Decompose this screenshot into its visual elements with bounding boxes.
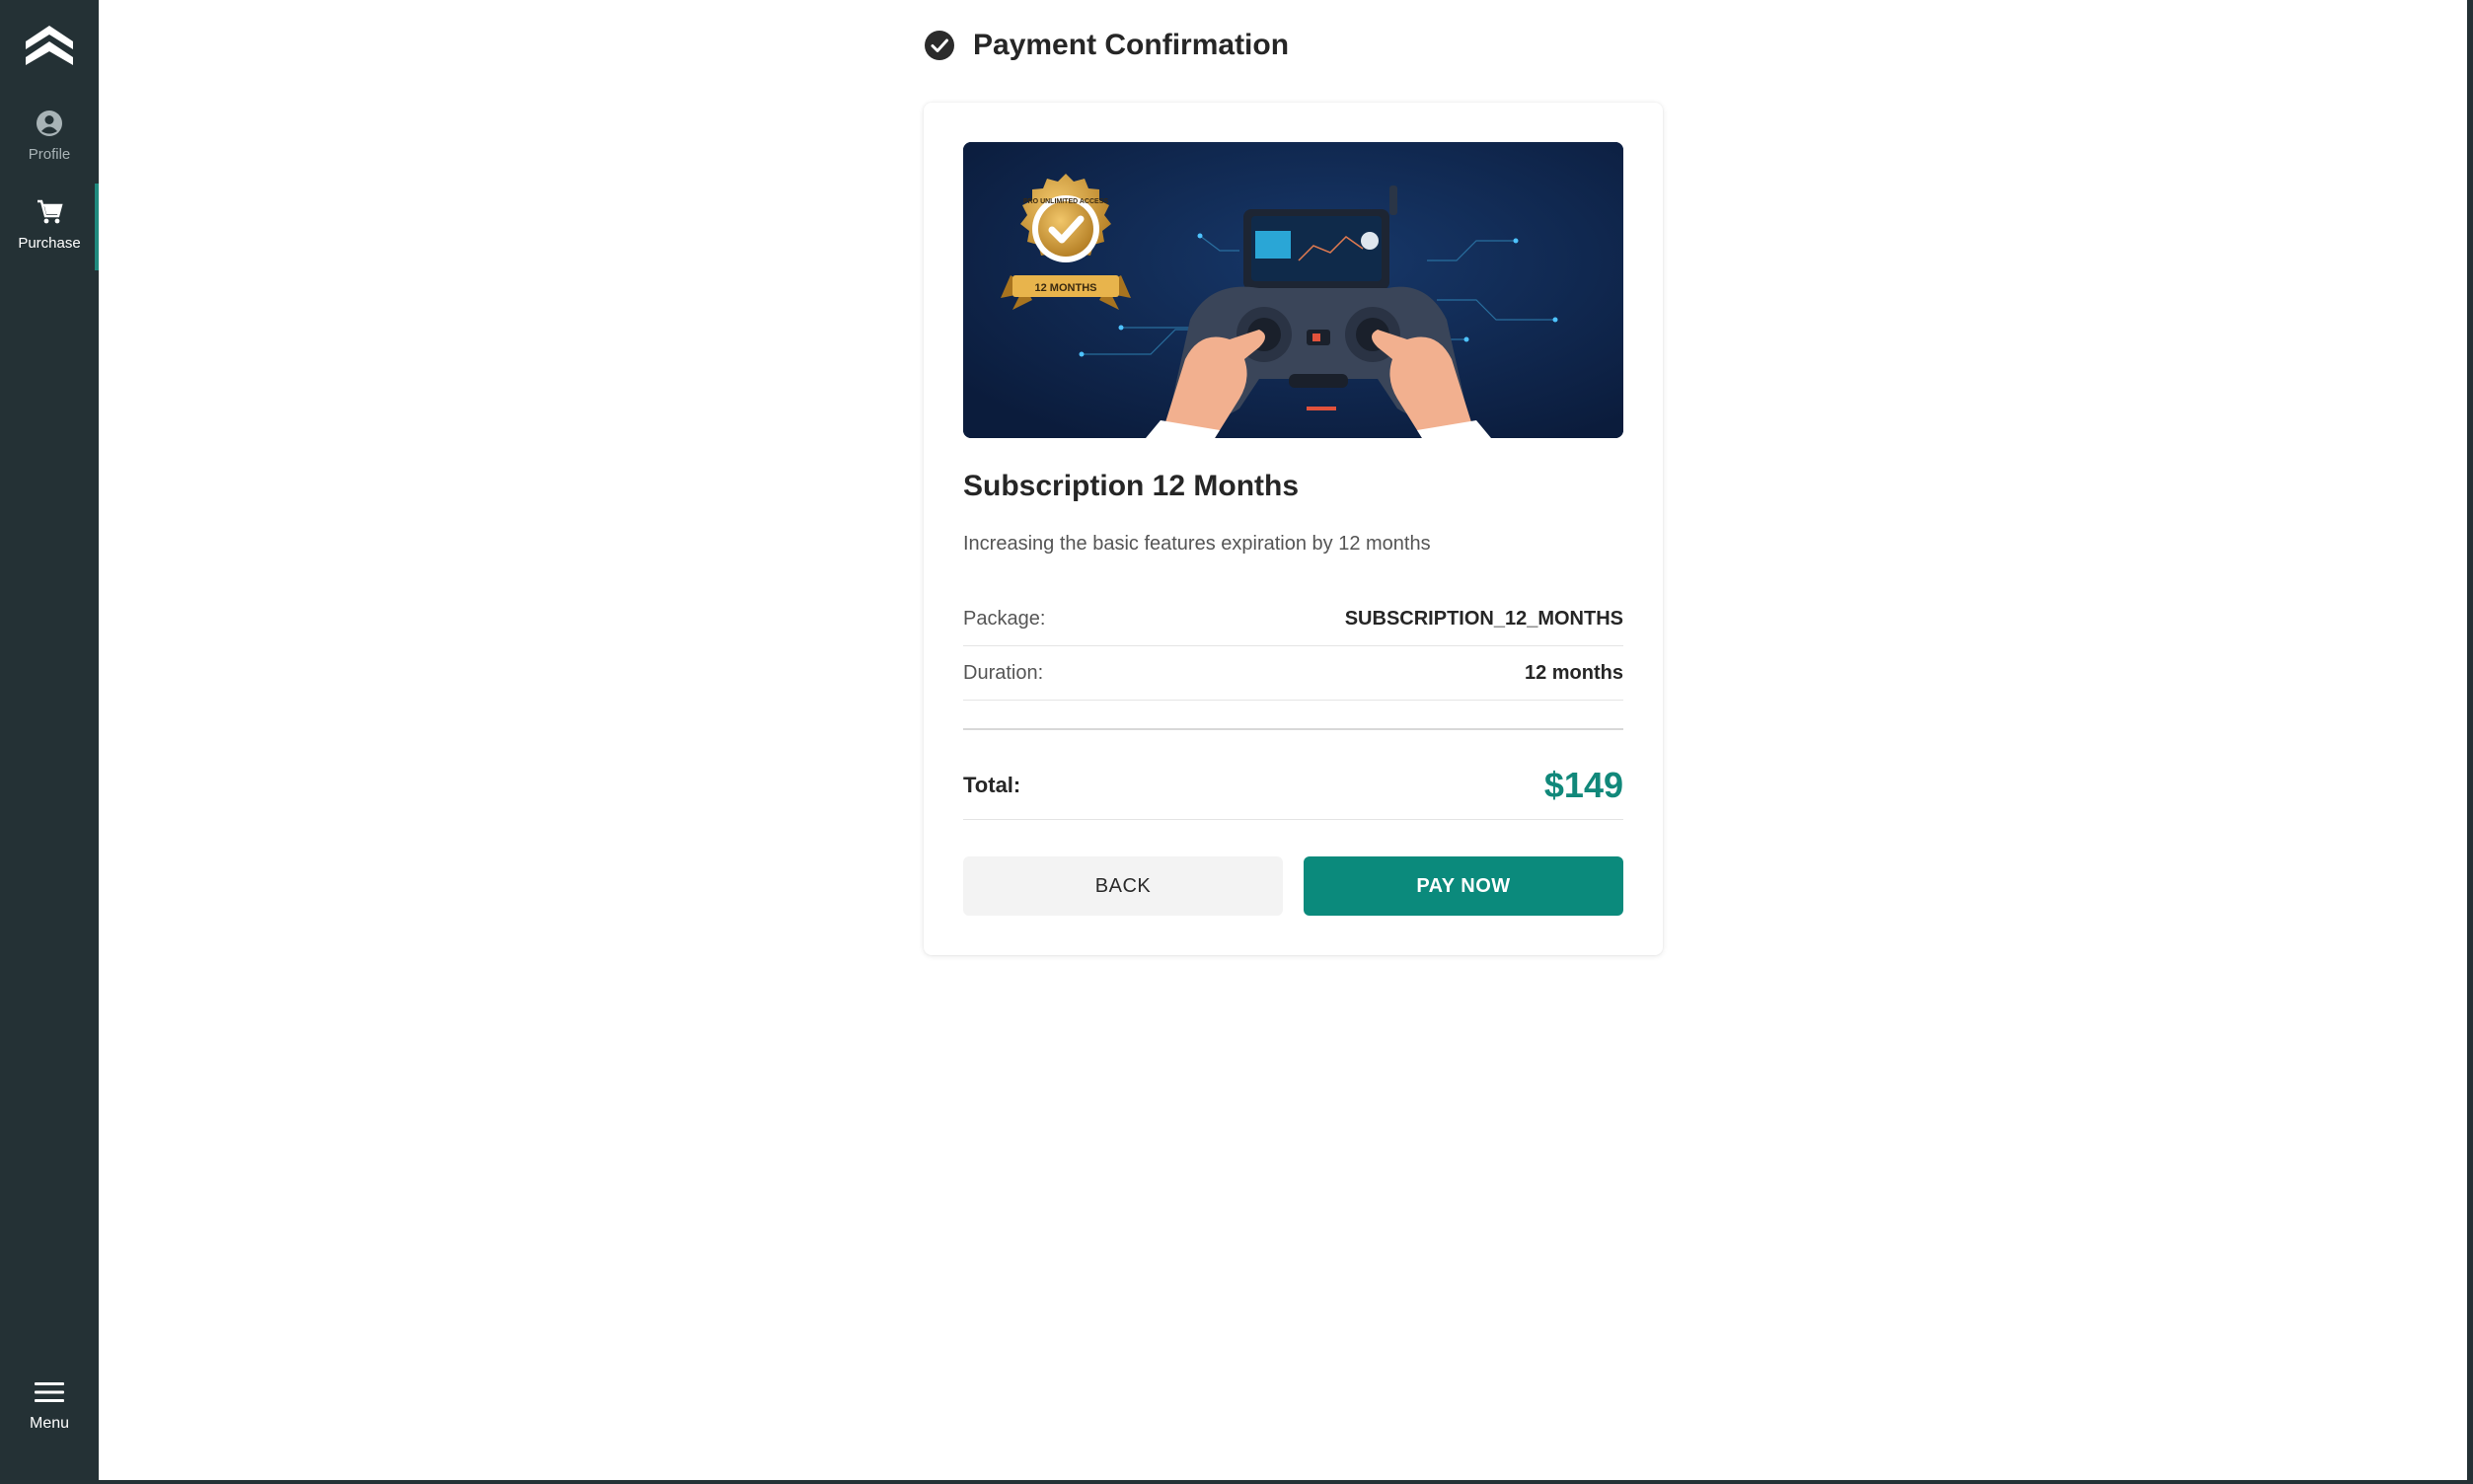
total-price: $149: [1543, 765, 1623, 805]
product-description: Increasing the basic features expiration…: [963, 533, 1431, 555]
sidebar-item-purchase[interactable]: Purchase: [0, 184, 99, 270]
check-circle-icon: [925, 31, 954, 60]
total-label: Total:: [963, 773, 1021, 797]
product-title: Subscription 12 Months: [963, 470, 1300, 502]
product-banner-image: 12 MONTHS PRO UNLIMITED ACCESS: [963, 142, 1623, 438]
sidebar-item-profile[interactable]: Profile: [0, 95, 99, 172]
svg-text:PRO UNLIMITED ACCESS: PRO UNLIMITED ACCESS: [1023, 198, 1108, 205]
divider: [963, 728, 1623, 730]
cart-icon: [37, 199, 63, 224]
sidebar-item-label: Purchase: [18, 235, 81, 252]
duration-label: Duration:: [963, 661, 1044, 684]
package-value: SUBSCRIPTION_12_MONTHS: [1344, 607, 1623, 630]
page-header: Payment Confirmation: [924, 26, 1289, 65]
page-title: Payment Confirmation: [973, 29, 1290, 61]
package-row: Package: SUBSCRIPTION_12_MONTHS: [963, 592, 1623, 646]
pay-now-button[interactable]: PAY NOW: [1304, 856, 1623, 916]
package-label: Package:: [963, 607, 1046, 630]
user-circle-icon: [37, 111, 62, 136]
hamburger-menu-icon: [35, 1382, 64, 1402]
sidebar-menu-label: Menu: [29, 1415, 70, 1432]
payment-card: 12 MONTHS PRO UNLIMITED ACCESS Subscript…: [924, 103, 1663, 955]
sidebar: Profile Purchase Menu: [0, 0, 99, 1484]
window-edge-bottom: [0, 1480, 2473, 1484]
window-edge: [2467, 0, 2473, 1484]
svg-text:12 MONTHS: 12 MONTHS: [1035, 282, 1097, 294]
total-row: Total: $149: [963, 752, 1623, 820]
app-logo-icon[interactable]: [24, 20, 75, 67]
back-button[interactable]: BACK: [963, 856, 1283, 916]
duration-row: Duration: 12 months: [963, 646, 1623, 701]
duration-value: 12 months: [1524, 661, 1623, 684]
sidebar-item-label: Profile: [28, 146, 71, 163]
sidebar-menu-button[interactable]: Menu: [0, 1379, 99, 1458]
